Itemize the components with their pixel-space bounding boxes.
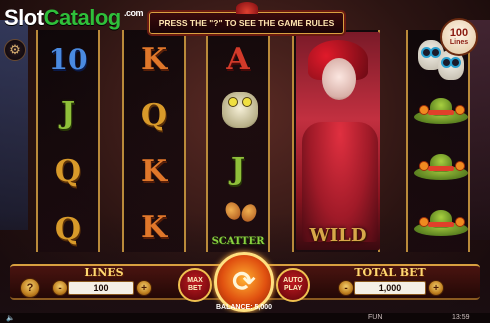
reel-3: A J SCATTER [206,30,270,252]
lines-badge-number: 100 [449,26,469,39]
scatter-label: SCATTER [211,236,265,247]
symbol-k: K [140,210,168,245]
plus-icon: + [433,282,439,294]
game-mode: FUN [368,314,383,321]
catrina-face-icon [322,58,356,100]
symbol-k: K [140,42,168,77]
auto-play-button[interactable]: AUTO PLAY [276,268,310,302]
auto-play-label: AUTO PLAY [283,277,303,292]
balance-display: BALANCE: 5,000 [215,304,272,311]
plus-icon: + [141,282,147,294]
sombrero-icon [414,152,468,182]
reel-1: 10 J Q Q [36,30,100,252]
lines-badge: 100 Lines [440,18,478,56]
reel-5 [406,30,470,252]
symbol-j: J [230,152,246,187]
lines-increase-button[interactable]: + [136,280,152,296]
frog-eye-icon [229,98,237,106]
spin-arrows-icon: ⟳ [232,265,256,298]
symbol-q: Q [54,212,82,247]
max-bet-button[interactable]: MAX BET [178,268,212,302]
maracas-icon [222,199,262,234]
reel-4: WILD [292,30,380,252]
banner-flower-ornament [236,2,258,14]
wild-label: WILD [309,225,367,246]
frog-eye-icon [243,98,251,106]
reel-area: 10 J Q Q K Q K K A J SCATTER WILD [26,30,470,252]
total-bet-value: 1,000 [354,281,426,295]
symbol-10: 10 [48,43,88,76]
lines-decrease-button[interactable]: - [52,280,68,296]
symbol-k: K [140,154,168,189]
help-button[interactable]: ? [20,278,40,298]
spin-button[interactable]: ⟳ [214,252,274,312]
symbol-a: A [226,42,250,77]
status-bar: 🔈 FUN 13:59 [0,313,490,323]
rules-banner: PRESS THE "?" TO SEE THE GAME RULES [149,12,344,34]
symbol-j: J [60,96,76,131]
lines-badge-label: Lines [449,38,469,46]
total-bet-label: TOTAL BET [354,266,426,279]
reel-2: K Q K K [122,30,186,252]
rules-banner-text: PRESS THE "?" TO SEE THE GAME RULES [158,18,335,28]
lines-value: 100 [68,281,134,295]
slotcatalog-watermark: SlotCatalog .com [4,5,144,30]
gear-icon: ⚙ [9,42,21,58]
minus-icon: - [58,282,62,294]
help-icon: ? [26,281,34,294]
volume-icon[interactable]: 🔈 [6,313,15,323]
max-bet-label: MAX BET [187,277,203,292]
lines-label: LINES [84,266,124,279]
wild-dress-shape [302,122,378,242]
sombrero-icon [414,208,468,238]
wild-symbol: WILD [296,32,380,250]
sombrero-icon [414,96,468,126]
frog-symbol-icon [222,92,258,128]
control-panel: ? LINES - 100 + MAX BET ⟳ AUTO PLAY TOTA… [0,250,490,312]
clock: 13:59 [452,314,470,321]
symbol-q: Q [140,98,168,133]
bet-decrease-button[interactable]: - [338,280,354,296]
symbol-q: Q [54,154,82,189]
settings-button[interactable]: ⚙ [4,39,26,61]
minus-icon: - [344,282,348,294]
bet-increase-button[interactable]: + [428,280,444,296]
